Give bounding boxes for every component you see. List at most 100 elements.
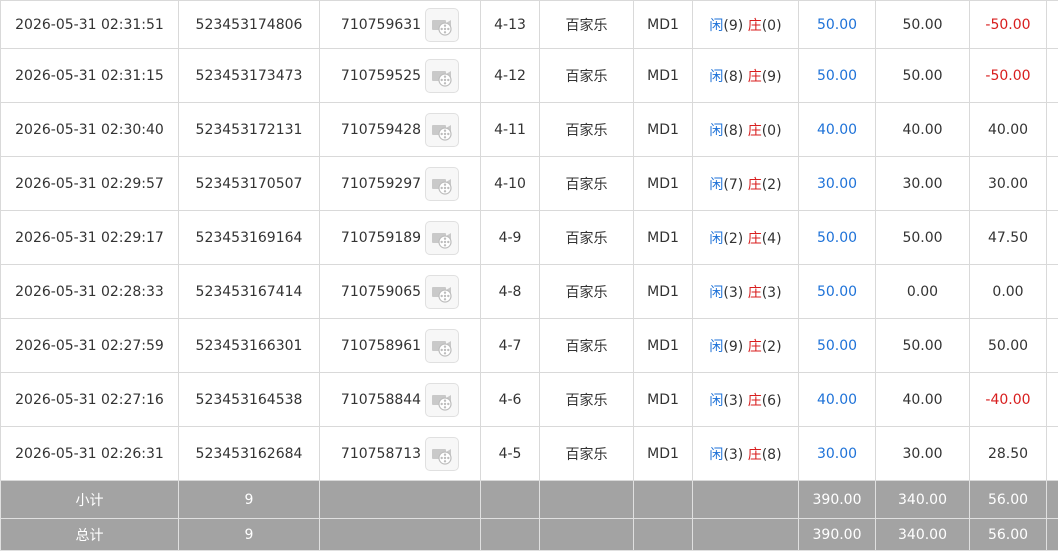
table-code: MD1 — [634, 211, 693, 265]
bet-amount: 30.00 — [799, 427, 876, 481]
banker-label: 庄 — [748, 339, 762, 355]
game-type: 百家乐 — [540, 1, 634, 49]
table-code: MD1 — [634, 427, 693, 481]
shoe-round: 4-6 — [481, 373, 540, 427]
player-value: (9) — [723, 18, 743, 34]
subtotal-count: 9 — [179, 481, 320, 519]
banker-value: (8) — [762, 447, 782, 463]
valid-bet: 40.00 — [876, 373, 970, 427]
game-result: 闲(7) 庄(2) — [693, 157, 799, 211]
game-type: 百家乐 — [540, 103, 634, 157]
player-label: 闲 — [709, 285, 723, 301]
subtotal-row: 小计 9 390.00 340.00 56.00 — [1, 481, 1058, 519]
shoe-round: 4-10 — [481, 157, 540, 211]
banker-value: (2) — [762, 177, 782, 193]
bet-time: 2026-05-31 02:28:33 — [1, 265, 179, 319]
valid-bet: 30.00 — [876, 427, 970, 481]
game-type: 百家乐 — [540, 319, 634, 373]
bet-id: 523453167414 — [179, 265, 320, 319]
shoe-round: 4-7 — [481, 319, 540, 373]
total-count: 9 — [179, 519, 320, 551]
shoe-round: 4-12 — [481, 49, 540, 103]
round-id: 710759065 — [341, 284, 421, 300]
round-id: 710758713 — [341, 446, 421, 462]
round-id: 710759525 — [341, 68, 421, 84]
valid-bet: 40.00 — [876, 103, 970, 157]
payout: 50.00 — [970, 319, 1047, 373]
video-replay-icon[interactable] — [425, 383, 459, 417]
banker-value: (9) — [762, 69, 782, 85]
valid-bet: 50.00 — [876, 49, 970, 103]
payout: 47.50 — [970, 211, 1047, 265]
total-label: 总计 — [1, 519, 179, 551]
bet-time: 2026-05-31 02:30:40 — [1, 103, 179, 157]
table-row: 2026-05-31 02:29:17523453169164710759189… — [1, 211, 1058, 265]
round-id: 710759189 — [341, 230, 421, 246]
banker-label: 庄 — [748, 285, 762, 301]
player-value: (2) — [723, 231, 743, 247]
bet-amount: 30.00 — [799, 157, 876, 211]
payout: 30.00 — [970, 157, 1047, 211]
table-row: 2026-05-31 02:29:57523453170507710759297… — [1, 157, 1058, 211]
video-replay-icon[interactable] — [425, 113, 459, 147]
bet-id: 523453174806 — [179, 1, 320, 49]
bet-id: 523453169164 — [179, 211, 320, 265]
player-value: (8) — [723, 69, 743, 85]
payout: 0.00 — [970, 265, 1047, 319]
valid-bet: 50.00 — [876, 211, 970, 265]
player-value: (9) — [723, 339, 743, 355]
table-code: MD1 — [634, 265, 693, 319]
banker-value: (0) — [762, 123, 782, 139]
banker-value: (3) — [762, 285, 782, 301]
table-row: 2026-05-31 02:31:51523453174806710759631… — [1, 1, 1058, 49]
round-id: 710758961 — [341, 338, 421, 354]
valid-bet: 50.00 — [876, 319, 970, 373]
video-replay-icon[interactable] — [425, 59, 459, 93]
video-replay-icon[interactable] — [425, 221, 459, 255]
banker-label: 庄 — [748, 18, 762, 34]
player-value: (3) — [723, 447, 743, 463]
table-row: 2026-05-31 02:28:33523453167414 710759065… — [1, 265, 1058, 319]
round-id: 710759631 — [341, 17, 421, 33]
player-label: 闲 — [709, 69, 723, 85]
player-label: 闲 — [709, 123, 723, 139]
game-type: 百家乐 — [540, 211, 634, 265]
bet-amount: 50.00 — [799, 265, 876, 319]
payout: -40.00 — [970, 373, 1047, 427]
payout: -50.00 — [970, 1, 1047, 49]
player-value: (3) — [723, 285, 743, 301]
game-type: 百家乐 — [540, 373, 634, 427]
bet-id: 523453172131 — [179, 103, 320, 157]
bet-amount: 50.00 — [799, 1, 876, 49]
bet-time: 2026-05-31 02:27:59 — [1, 319, 179, 373]
video-replay-icon[interactable] — [425, 275, 459, 309]
table-code: MD1 — [634, 103, 693, 157]
player-value: (7) — [723, 177, 743, 193]
banker-label: 庄 — [748, 393, 762, 409]
game-type: 百家乐 — [540, 265, 634, 319]
player-value: (8) — [723, 123, 743, 139]
video-replay-icon[interactable] — [425, 329, 459, 363]
video-replay-icon[interactable] — [425, 167, 459, 201]
player-label: 闲 — [709, 393, 723, 409]
bet-amount: 50.00 — [799, 319, 876, 373]
banker-value: (4) — [762, 231, 782, 247]
banker-label: 庄 — [748, 123, 762, 139]
video-replay-icon[interactable] — [425, 8, 459, 42]
game-result: 闲(3) 庄(6) — [693, 373, 799, 427]
bet-id: 523453166301 — [179, 319, 320, 373]
subtotal-valid: 340.00 — [876, 481, 970, 519]
game-result: 闲(3) 庄(8) — [693, 427, 799, 481]
player-value: (3) — [723, 393, 743, 409]
table-row: 2026-05-31 02:31:15523453173473710759525… — [1, 49, 1058, 103]
table-row: 2026-05-31 02:27:16523453164538710758844… — [1, 373, 1058, 427]
banker-value: (2) — [762, 339, 782, 355]
game-result: 闲(2) 庄(4) — [693, 211, 799, 265]
bet-amount: 40.00 — [799, 373, 876, 427]
bet-amount: 40.00 — [799, 103, 876, 157]
game-result: 闲(9) 庄(0) — [693, 1, 799, 49]
video-replay-icon[interactable] — [425, 437, 459, 471]
table-row: 2026-05-31 02:26:31523453162684710758713… — [1, 427, 1058, 481]
total-valid: 340.00 — [876, 519, 970, 551]
subtotal-payout: 56.00 — [970, 481, 1047, 519]
